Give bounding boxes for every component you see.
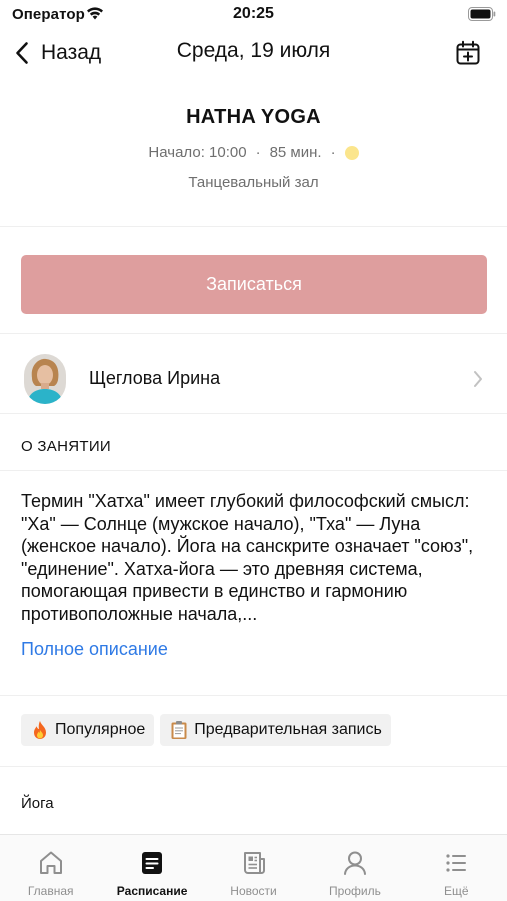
tag-popular: Популярное: [21, 714, 155, 746]
status-bar: Оператор 20:25: [0, 0, 507, 30]
divider: [0, 413, 507, 414]
meta-separator: ·: [255, 144, 261, 161]
meta-separator: ·: [330, 144, 336, 161]
tab-label: Профиль: [329, 884, 381, 898]
tab-profile[interactable]: Профиль: [304, 835, 405, 901]
divider: [0, 333, 507, 334]
divider: [0, 470, 507, 471]
tab-home[interactable]: Главная: [0, 835, 101, 901]
class-description: Термин "Хатха" имеет глубокий философски…: [21, 491, 474, 624]
tag-list: Популярное Предварительная запись: [21, 714, 397, 746]
tab-label: Главная: [27, 884, 74, 898]
class-duration: 85 мин.: [269, 144, 322, 161]
divider: [0, 695, 507, 696]
tag-label: Популярное: [55, 721, 146, 738]
home-icon: [39, 851, 62, 874]
calendar-add-icon[interactable]: [455, 40, 481, 66]
news-icon: [243, 852, 265, 874]
tab-label: Новости: [230, 884, 277, 898]
divider: [0, 226, 507, 227]
tag-preregistration: Предварительная запись: [160, 714, 391, 746]
trainer-row[interactable]: Щеглова Ирина: [0, 347, 507, 411]
class-title: HATHA YOGA: [186, 106, 321, 128]
tab-news[interactable]: Новости: [203, 835, 304, 901]
schedule-icon: [142, 852, 163, 874]
page-title: Среда, 19 июля: [176, 39, 331, 62]
divider: [0, 766, 507, 767]
class-header: HATHA YOGA Начало: 10:00 · 85 мин. · Тан…: [0, 106, 507, 191]
profile-icon: [343, 851, 366, 875]
class-meta: Начало: 10:00 · 85 мин. ·: [0, 144, 507, 161]
class-status-dot: [344, 145, 359, 160]
tab-label: Расписание: [116, 884, 188, 898]
navigation-bar: Назад Среда, 19 июля: [0, 30, 507, 76]
about-section-title: О ЗАНЯТИИ: [21, 438, 111, 455]
tab-more[interactable]: Ещё: [406, 835, 507, 901]
tab-label: Ещё: [444, 884, 469, 898]
class-category: Йога: [21, 795, 54, 812]
chevron-right-icon: [474, 371, 482, 387]
signup-button[interactable]: Записаться: [21, 255, 487, 314]
fire-icon: [34, 721, 46, 739]
trainer-avatar: [24, 354, 66, 404]
clock: 20:25: [233, 5, 274, 22]
more-icon: [446, 854, 467, 872]
class-start-time: Начало: 10:00: [148, 144, 247, 161]
tag-label: Предварительная запись: [194, 721, 382, 738]
tab-bar: Главная Расписание Новости Профиль Ещё: [0, 834, 507, 901]
full-description-link[interactable]: Полное описание: [21, 639, 168, 660]
clipboard-icon: [171, 721, 187, 739]
tab-schedule[interactable]: Расписание: [101, 835, 202, 901]
class-location: Танцевальный зал: [188, 174, 319, 191]
battery-icon: [468, 7, 496, 21]
trainer-name: Щеглова Ирина: [89, 368, 221, 388]
